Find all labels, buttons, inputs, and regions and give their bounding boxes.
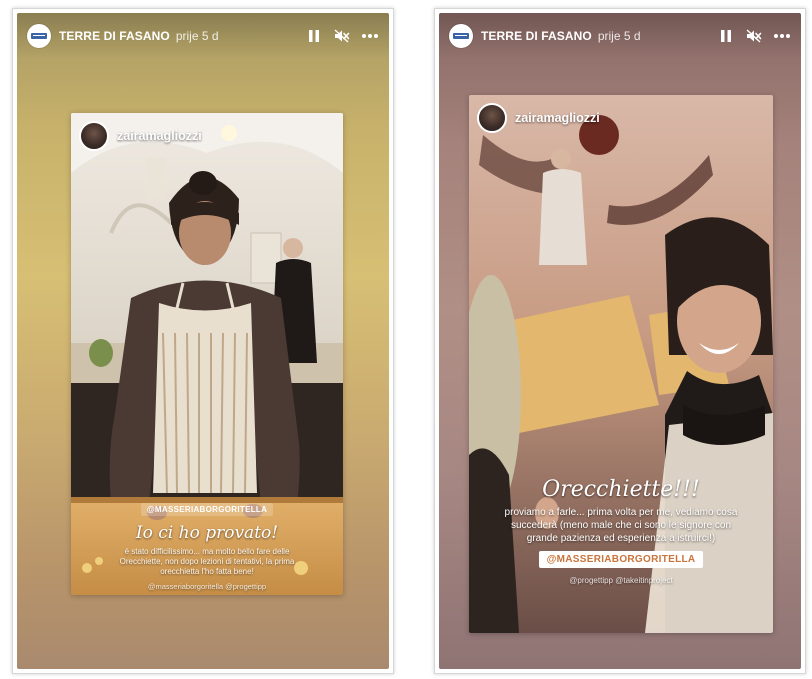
account-name[interactable]: TERRE DI FASANO [481, 29, 592, 43]
story-card[interactable]: TERRE DI FASANO prije 5 d zairamagliozzi… [439, 13, 801, 669]
account-name[interactable]: TERRE DI FASANO [59, 29, 170, 43]
story-header: TERRE DI FASANO prije 5 d [17, 13, 389, 59]
story-header: TERRE DI FASANO prije 5 d [439, 13, 801, 59]
brand-logo-icon [31, 33, 47, 39]
story-frame-right: TERRE DI FASANO prije 5 d zairamagliozzi… [434, 8, 806, 674]
hashtag-line[interactable]: @masseriaborgoritella @progettipp [71, 582, 343, 591]
brand-logo-icon [453, 33, 469, 39]
hashtag-line[interactable]: @progettipp @takeitinproject [469, 576, 773, 585]
pause-icon [721, 30, 731, 42]
mention-sticker[interactable]: @MASSERIABORGORITELLA [140, 503, 274, 516]
account-avatar[interactable] [27, 24, 51, 48]
caption-title: Orecchiette!!! [542, 477, 700, 502]
avatar[interactable] [79, 121, 109, 151]
pause-button[interactable] [303, 25, 325, 47]
caption-area: Orecchiette!!! proviamo a farle... prima… [469, 477, 773, 585]
post-time: prije 5 d [175, 29, 219, 43]
caption-area: @MASSERIABORGORITELLA Io ci ho provato! … [71, 499, 343, 591]
reshared-post[interactable]: zairamagliozzi Orecchiette!!! proviamo a… [469, 95, 773, 633]
pause-icon [309, 30, 319, 42]
post-user[interactable]: zairamagliozzi [79, 121, 202, 151]
more-options-button[interactable] [771, 25, 793, 47]
story-card[interactable]: TERRE DI FASANO prije 5 d zairamagliozzi… [17, 13, 389, 669]
mute-button[interactable] [743, 25, 765, 47]
pause-button[interactable] [715, 25, 737, 47]
caption-title: Io ci ho provato! [135, 523, 279, 543]
caption-body: è stato difficilissimo... ma molto bello… [119, 547, 295, 577]
more-options-icon [774, 34, 790, 38]
post-username[interactable]: zairamagliozzi [117, 129, 202, 143]
mute-button[interactable] [331, 25, 353, 47]
caption-body: proviamo a farle... prima volta per me, … [504, 507, 738, 544]
post-time: prije 5 d [597, 29, 641, 43]
avatar[interactable] [477, 103, 507, 133]
mention-sticker[interactable]: @MASSERIABORGORITELLA [538, 551, 704, 568]
reshared-post[interactable]: zairamagliozzi @MASSERIABORGORITELLA Io … [71, 113, 343, 595]
speaker-muted-icon [334, 29, 350, 43]
account-avatar[interactable] [449, 24, 473, 48]
more-options-button[interactable] [359, 25, 381, 47]
more-options-icon [362, 34, 378, 38]
post-user[interactable]: zairamagliozzi [477, 103, 600, 133]
post-username[interactable]: zairamagliozzi [515, 111, 600, 125]
speaker-muted-icon [746, 29, 762, 43]
story-frame-left: TERRE DI FASANO prije 5 d zairamagliozzi… [12, 8, 394, 674]
